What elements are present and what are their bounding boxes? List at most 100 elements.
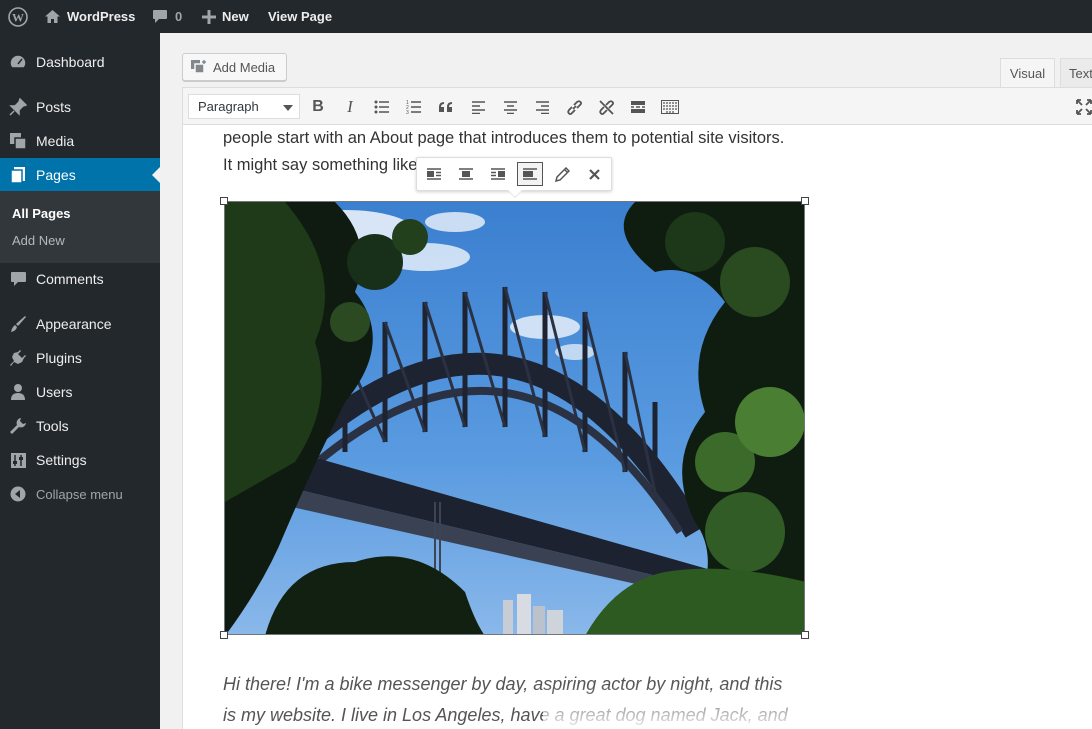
dashboard-icon — [0, 54, 36, 70]
remove-icon — [588, 168, 600, 180]
sidebar-item-appearance[interactable]: Appearance — [0, 307, 160, 341]
plugin-icon — [0, 349, 36, 367]
format-select-value: Paragraph — [198, 99, 259, 114]
resize-handle[interactable] — [801, 631, 809, 639]
paragraph-line: people start with an About page that int… — [223, 129, 785, 147]
image-toolbar — [416, 157, 612, 198]
align-left-button[interactable] — [466, 95, 490, 119]
tab-text[interactable]: Text — [1060, 58, 1092, 87]
settings-icon — [0, 452, 36, 469]
image-align-center-button[interactable] — [453, 162, 479, 186]
resize-handle[interactable] — [801, 197, 809, 205]
home-icon — [44, 9, 61, 24]
image-edit-button[interactable] — [549, 162, 575, 186]
insert-link-button[interactable] — [562, 95, 586, 119]
sidebar-item-label: Posts — [36, 99, 72, 115]
sidebar-item-label: Media — [36, 133, 75, 149]
page-editor: Add Media Visual Text Paragraph B I 123 … — [182, 50, 1092, 729]
format-select[interactable]: Paragraph — [188, 94, 300, 119]
submenu-all-pages[interactable]: All Pages — [12, 206, 71, 221]
plus-icon — [202, 9, 216, 24]
pin-icon — [0, 98, 36, 116]
site-name: WordPress — [67, 9, 136, 24]
remove-link-button[interactable] — [594, 95, 618, 119]
unlink-icon — [598, 99, 614, 115]
sidebar-item-pages[interactable]: Pages — [0, 158, 160, 192]
editor-content[interactable]: people start with an About page that int… — [182, 125, 1092, 729]
bullet-list-button[interactable] — [370, 95, 394, 119]
image-align-none-button[interactable] — [517, 162, 543, 186]
submenu-add-new[interactable]: Add New — [12, 233, 65, 248]
link-icon — [566, 99, 582, 115]
sidebar-item-users[interactable]: Users — [0, 375, 160, 409]
tab-text-label: Text — [1069, 65, 1092, 81]
sidebar-item-dashboard[interactable]: Dashboard — [0, 45, 160, 79]
pages-icon — [0, 166, 36, 184]
blockquote-icon — [439, 102, 452, 112]
align-right-icon — [535, 100, 549, 114]
blockquote-button[interactable] — [434, 95, 458, 119]
comments-link[interactable]: 0 — [152, 0, 182, 33]
comment-icon — [0, 271, 36, 287]
admin-bar: W WordPress 0 New View Page — [0, 0, 1092, 33]
sidebar-item-tools[interactable]: Tools — [0, 409, 160, 443]
resize-handle[interactable] — [220, 631, 228, 639]
new-content-link[interactable]: New — [202, 0, 249, 33]
comments-count: 0 — [175, 9, 183, 24]
brush-icon — [0, 315, 36, 333]
sidebar-item-posts[interactable]: Posts — [0, 90, 160, 124]
new-label: New — [222, 9, 249, 24]
sidebar-item-label: Tools — [36, 418, 69, 434]
comment-icon — [152, 9, 168, 24]
add-media-label: Add Media — [213, 59, 276, 75]
align-left-icon — [427, 168, 441, 180]
align-right-button[interactable] — [530, 95, 554, 119]
wordpress-logo-icon[interactable]: W — [8, 0, 28, 33]
image-align-right-button[interactable] — [485, 162, 511, 186]
sidebar-item-label: Pages — [36, 167, 76, 183]
sidebar-item-settings[interactable]: Settings — [0, 443, 160, 477]
align-left-icon — [471, 100, 485, 114]
align-center-icon — [459, 168, 473, 180]
toolbar-toggle-button[interactable] — [658, 95, 682, 119]
admin-sidebar: Dashboard Posts Media Pages All Pages Ad… — [0, 33, 160, 729]
view-page-label: View Page — [268, 9, 333, 24]
sidebar-item-plugins[interactable]: Plugins — [0, 341, 160, 375]
align-center-icon — [503, 100, 517, 114]
sidebar-item-label: Users — [36, 384, 73, 400]
sidebar-item-label: Plugins — [36, 350, 82, 366]
sidebar-item-label: Comments — [36, 271, 104, 287]
tab-visual[interactable]: Visual — [1000, 58, 1055, 87]
tab-visual-label: Visual — [1009, 65, 1046, 81]
chevron-down-icon — [283, 105, 293, 111]
image-align-left-button[interactable] — [421, 162, 447, 186]
italic-icon: I — [347, 97, 353, 116]
add-media-button[interactable]: Add Media — [182, 53, 287, 81]
resize-handle[interactable] — [220, 197, 228, 205]
site-name-link[interactable]: WordPress — [44, 0, 135, 33]
pages-submenu: All Pages Add New — [0, 191, 160, 263]
italic-button[interactable]: I — [338, 95, 362, 119]
user-icon — [0, 383, 36, 401]
numbered-list-button[interactable]: 123 — [402, 95, 426, 119]
bold-button[interactable]: B — [306, 95, 330, 119]
sidebar-item-comments[interactable]: Comments — [0, 262, 160, 296]
collapse-menu-button[interactable]: Collapse menu — [0, 477, 160, 511]
fullscreen-button[interactable] — [1072, 95, 1092, 119]
numbered-list-icon: 123 — [406, 100, 421, 114]
sidebar-item-media[interactable]: Media — [0, 124, 160, 158]
media-icon — [0, 132, 36, 150]
toolbar-toggle-icon — [661, 100, 679, 114]
image-remove-button[interactable] — [581, 162, 607, 186]
sidebar-item-label: Appearance — [36, 316, 112, 332]
align-center-button[interactable] — [498, 95, 522, 119]
read-more-button[interactable] — [626, 95, 650, 119]
wrench-icon — [0, 417, 36, 435]
bottom-fade — [543, 685, 1092, 729]
bold-icon: B — [312, 98, 324, 115]
svg-text:W: W — [12, 10, 24, 24]
edit-icon — [554, 166, 570, 182]
collapse-arrow-icon — [0, 486, 36, 502]
view-page-link[interactable]: View Page — [268, 0, 332, 33]
selected-image[interactable] — [224, 201, 805, 635]
